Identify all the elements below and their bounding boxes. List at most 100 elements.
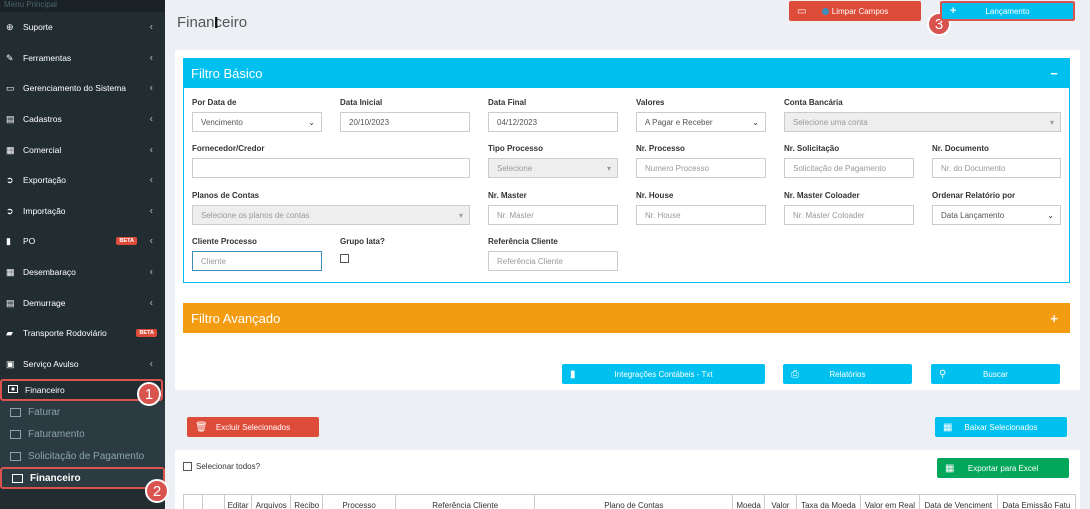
main-content: Financeiro I ▭ Limpar Campos + Lançament… — [175, 0, 1090, 509]
excel-icon: ▦ — [945, 462, 955, 474]
select-all-checkbox[interactable] — [183, 462, 192, 471]
column-header[interactable]: Taxa da Moeda — [796, 494, 861, 509]
por-data-de-select[interactable]: Vencimento ⌄ — [192, 112, 322, 132]
caret-down-icon: ▾ — [1049, 117, 1054, 127]
cliente-processo-input[interactable]: Cliente — [192, 251, 322, 271]
nr-master-coloader-input[interactable]: Nr. Master Coloader — [784, 205, 914, 225]
money-icon: ▣ — [6, 358, 15, 369]
column-header[interactable] — [182, 494, 204, 509]
fornecedor-input[interactable] — [192, 158, 470, 178]
label-nr-house: Nr. House — [636, 191, 674, 200]
basic-filter-header[interactable]: Filtro Básico − — [183, 58, 1070, 88]
nr-solicitacao-input[interactable]: Solicitação de Pagamento — [784, 158, 914, 178]
search-icon: ⚲ — [939, 368, 947, 380]
export-excel-button[interactable]: ▦ Exportar para Excel — [937, 458, 1069, 478]
sidebar-item-label: Suporte — [23, 22, 53, 33]
print-icon: ⎙ — [791, 368, 799, 380]
column-header[interactable]: Data Emissão Fatu — [996, 494, 1077, 509]
column-header[interactable]: Valor em Real — [859, 494, 920, 509]
sidebar-header: Menu Principal — [0, 0, 165, 12]
chevron-left-icon: ‹ — [149, 21, 153, 33]
sidebar-sub-faturar[interactable]: Faturar — [0, 401, 165, 424]
column-header[interactable]: Arquivos — [251, 494, 292, 509]
column-header[interactable]: Recibo — [290, 494, 324, 509]
column-header[interactable]: Valor — [763, 494, 798, 509]
chevron-left-icon: ‹ — [149, 144, 153, 156]
label-conta-bancaria: Conta Bancária — [784, 98, 843, 107]
chevron-left-icon: ‹ — [149, 82, 153, 94]
tipo-processo-select[interactable]: Selecione ▾ — [488, 158, 618, 178]
nr-master-input[interactable]: Nr. Master — [488, 205, 618, 225]
chevron-down-icon: ⌄ — [308, 117, 315, 127]
label-ordenar: Ordenar Relatório por — [932, 191, 1016, 200]
file-text-icon: ▮ — [570, 368, 576, 380]
planos-contas-select[interactable]: Selecione os planos de contas ▾ — [192, 205, 470, 225]
sidebar-item-4[interactable]: ▦ Comercial ‹ — [0, 134, 165, 165]
sidebar-item-9[interactable]: ▤ Demurrage ‹ — [0, 287, 165, 318]
file-icon — [10, 407, 21, 417]
column-header[interactable]: Data de Venciment — [918, 494, 998, 509]
label-grupo-iata: Grupo Iata? — [340, 237, 385, 246]
launch-button[interactable]: + Lançamento — [940, 1, 1075, 21]
column-header[interactable] — [202, 494, 225, 509]
column-header[interactable]: Referência Cliente — [395, 494, 536, 509]
valores-select[interactable]: A Pagar e Receber ⌄ — [636, 112, 766, 132]
sidebar-item-6[interactable]: ➲ Importação ‹ — [0, 196, 165, 227]
sidebar-item-label: Demurrage — [23, 297, 66, 308]
data-final-input[interactable]: 04/12/2023 — [488, 112, 618, 132]
sidebar-item-label: Desembaraço — [23, 267, 76, 278]
label-valores: Valores — [636, 98, 665, 107]
annotation-2: 2 — [145, 479, 169, 503]
expand-icon[interactable]: + — [1050, 311, 1058, 326]
sidebar-item-7[interactable]: ▮ PO BETA ‹ — [0, 226, 165, 257]
sidebar-item-10[interactable]: ▰ Transporte Rodoviário BETA — [0, 318, 165, 349]
money-icon — [8, 385, 18, 395]
buscar-button[interactable]: ⚲ Buscar — [931, 364, 1060, 384]
nr-house-input[interactable]: Nr. House — [636, 205, 766, 225]
referencia-cliente-input[interactable]: Referência Cliente — [488, 251, 618, 271]
label-data-final: Data Final — [488, 98, 527, 107]
baixar-selecionados-button[interactable]: ▦ Baixar Selecionados — [935, 417, 1067, 437]
grupo-iata-checkbox[interactable] — [340, 254, 349, 263]
column-header[interactable]: Processo — [322, 494, 397, 509]
sidebar-sub-faturamento[interactable]: Faturamento — [0, 423, 165, 446]
integracoes-button[interactable]: ▮ Integrações Contábeis - Txt — [562, 364, 765, 384]
chevron-left-icon: ‹ — [149, 358, 153, 370]
beta-badge: BETA — [116, 237, 137, 246]
column-header[interactable]: Plano de Contas — [534, 494, 734, 509]
sidebar: Menu Principal ⊕ Suporte ‹ ✎ Ferramentas ‹ ▭ Ge… — [0, 0, 165, 509]
sidebar-item-8[interactable]: ▦ Desembaraço ‹ — [0, 257, 165, 288]
sidebar-sub-solicitacao[interactable]: Solicitação de Pagamento — [0, 445, 165, 468]
excluir-selecionados-button[interactable]: 🗑 Excluir Selecionados — [187, 417, 319, 437]
label-data-inicial: Data Inicial — [340, 98, 383, 107]
desktop-icon: ▭ — [6, 83, 15, 94]
column-header[interactable]: Editar — [223, 494, 253, 509]
sidebar-item-1[interactable]: ✎ Ferramentas ‹ — [0, 43, 165, 74]
label-nr-documento: Nr. Documento — [932, 144, 989, 153]
collapse-icon[interactable]: − — [1050, 66, 1058, 81]
relatorios-button[interactable]: ⎙ Relatórios — [783, 364, 912, 384]
nr-documento-input[interactable]: Nr. do Documento — [932, 158, 1061, 178]
data-inicial-input[interactable]: 20/10/2023 — [340, 112, 470, 132]
advanced-filter-header[interactable]: Filtro Avançado + — [183, 303, 1070, 333]
sidebar-item-11[interactable]: ▣ Serviço Avulso ‹ — [0, 349, 165, 380]
sidebar-item-2[interactable]: ▭ Gerenciamento do Sistema ‹ — [0, 73, 165, 104]
sidebar-item-0[interactable]: ⊕ Suporte ‹ — [0, 12, 165, 43]
clear-fields-button[interactable]: ▭ Limpar Campos — [789, 1, 921, 21]
column-header[interactable]: Moeda — [732, 494, 765, 509]
label-cliente-processo: Cliente Processo — [192, 237, 257, 246]
chevron-left-icon: ‹ — [149, 205, 153, 217]
money-icon — [12, 473, 23, 483]
nr-processo-input[interactable]: Numero Processo — [636, 158, 766, 178]
sidebar-item-5[interactable]: ➲ Exportação ‹ — [0, 165, 165, 196]
conta-bancaria-select[interactable]: Selecione uma conta ▾ — [784, 112, 1061, 132]
caret-down-icon: ▾ — [606, 163, 611, 173]
sidebar-item-label: Financeiro — [25, 385, 65, 396]
trash-icon: 🗑 — [195, 421, 208, 433]
sidebar-item-3[interactable]: ▤ Cadastros ‹ — [0, 104, 165, 135]
results-table: Editar Arquivos Recibo Processo Referência C… — [182, 494, 1077, 509]
ordenar-select[interactable]: Data Lançamento ⌄ — [932, 205, 1061, 225]
plus-icon: + — [950, 5, 957, 17]
sidebar-item-label: Transporte Rodoviário — [23, 328, 107, 339]
sidebar-sub-financeiro[interactable]: Financeiro — [0, 467, 165, 490]
